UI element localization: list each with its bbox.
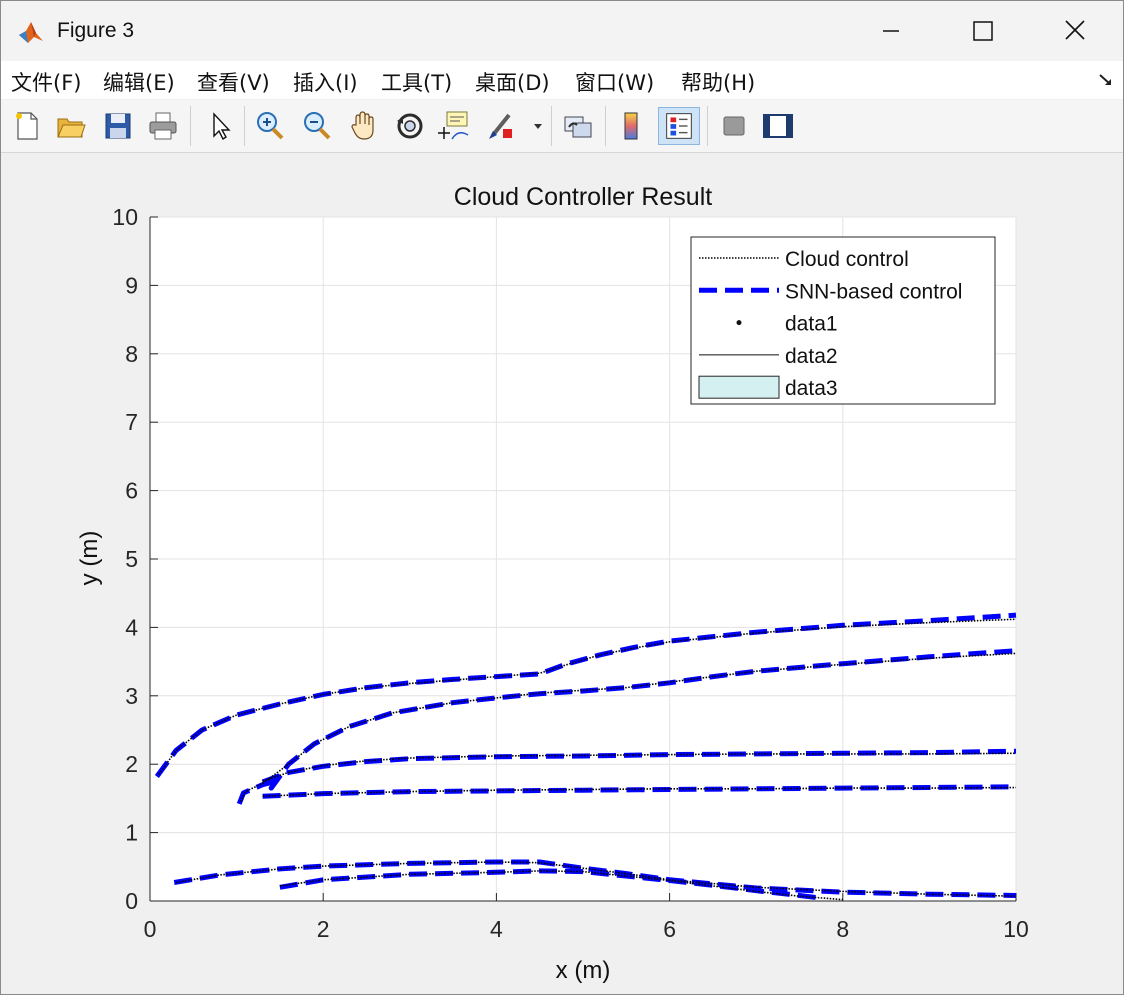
y-axis-label: y (m) xyxy=(76,531,103,586)
chart-title: Cloud Controller Result xyxy=(454,183,713,211)
menu-view[interactable]: 查看(V) xyxy=(197,67,270,97)
x-tick-label: 2 xyxy=(317,916,330,942)
menu-desktop[interactable]: 桌面(D) xyxy=(475,67,550,97)
legend-entry-label: SNN-based control xyxy=(785,280,962,303)
menu-insert[interactable]: 插入(I) xyxy=(293,67,358,97)
zoom-in-icon[interactable] xyxy=(253,109,287,143)
legend-swatch-data3 xyxy=(698,375,780,399)
menu-bar: 文件(F) 编辑(E) 查看(V) 插入(I) 工具(T) 桌面(D) 窗口(W… xyxy=(1,61,1123,99)
menu-file[interactable]: 文件(F) xyxy=(11,67,81,97)
y-tick-label: 7 xyxy=(125,409,138,435)
y-tick-label: 6 xyxy=(125,478,138,504)
figure-canvas: Cloud Controller Result x (m) y (m) 0 2 4 6… xyxy=(1,153,1123,994)
y-tick-label: 1 xyxy=(125,820,138,846)
brush-icon[interactable] xyxy=(485,109,519,143)
minimize-icon[interactable] xyxy=(863,11,919,51)
y-tick-label: 5 xyxy=(125,546,138,572)
link-plot-icon[interactable] xyxy=(561,109,595,143)
new-figure-icon[interactable] xyxy=(10,109,44,143)
x-axis-label: x (m) xyxy=(556,957,611,984)
toolbar-separator xyxy=(605,106,606,146)
y-tick-label: 4 xyxy=(125,614,138,640)
close-icon[interactable] xyxy=(1047,11,1103,51)
legend-icon[interactable] xyxy=(658,107,700,145)
hide-plot-tools-icon[interactable] xyxy=(717,109,751,143)
y-tick-label: 8 xyxy=(125,341,138,367)
legend[interactable]: Cloud control SNN-based control data1 data2… xyxy=(690,236,996,405)
zoom-out-icon[interactable] xyxy=(300,109,334,143)
figure-window: Figure 3 文件(F) 编辑(E) 查看(V) 插入(I) 工具(T) 桌… xyxy=(0,0,1124,995)
legend-swatch-data1 xyxy=(736,320,742,326)
plot-area: Cloud Controller Result x (m) y (m) 0 2 4 6… xyxy=(76,183,1029,984)
pan-hand-icon[interactable] xyxy=(347,109,381,143)
toolbar xyxy=(1,100,1123,153)
y-tick-label: 0 xyxy=(125,888,138,914)
maximize-icon[interactable] xyxy=(955,11,1011,51)
y-tick-label: 10 xyxy=(112,204,138,230)
x-tick-label: 4 xyxy=(490,916,503,942)
toolbar-separator xyxy=(244,106,245,146)
save-icon[interactable] xyxy=(101,109,135,143)
pointer-icon[interactable] xyxy=(203,109,237,143)
menu-window[interactable]: 窗口(W) xyxy=(575,67,654,97)
print-icon[interactable] xyxy=(146,109,180,143)
dock-arrow-icon[interactable] xyxy=(1097,71,1115,89)
title-bar: Figure 3 xyxy=(1,1,1123,61)
open-file-icon[interactable] xyxy=(54,109,88,143)
y-tick-label: 2 xyxy=(125,751,138,777)
colorbar-icon[interactable] xyxy=(615,109,649,143)
x-tick-label: 0 xyxy=(144,916,157,942)
legend-entry-label: data3 xyxy=(785,377,838,400)
rotate-3d-icon[interactable] xyxy=(393,109,427,143)
menu-edit[interactable]: 编辑(E) xyxy=(103,67,175,97)
matlab-logo-icon xyxy=(17,19,45,45)
menu-help[interactable]: 帮助(H) xyxy=(681,67,755,97)
toolbar-separator xyxy=(551,106,552,146)
legend-entry-label: data2 xyxy=(785,345,838,368)
data-cursor-icon[interactable] xyxy=(438,109,472,143)
menu-tools[interactable]: 工具(T) xyxy=(381,67,452,97)
x-tick-label: 6 xyxy=(663,916,676,942)
toolbar-separator xyxy=(707,106,708,146)
toolbar-separator xyxy=(190,106,191,146)
x-tick-label: 10 xyxy=(1003,916,1029,942)
x-tick-label: 8 xyxy=(836,916,849,942)
legend-entry-label: data1 xyxy=(785,313,838,336)
legend-entry-label: Cloud control xyxy=(785,248,909,271)
y-tick-label: 9 xyxy=(125,272,138,298)
chevron-down-icon[interactable] xyxy=(529,109,547,143)
y-tick-label: 3 xyxy=(125,683,138,709)
show-plot-tools-icon[interactable] xyxy=(761,109,795,143)
window-title: Figure 3 xyxy=(57,19,135,42)
